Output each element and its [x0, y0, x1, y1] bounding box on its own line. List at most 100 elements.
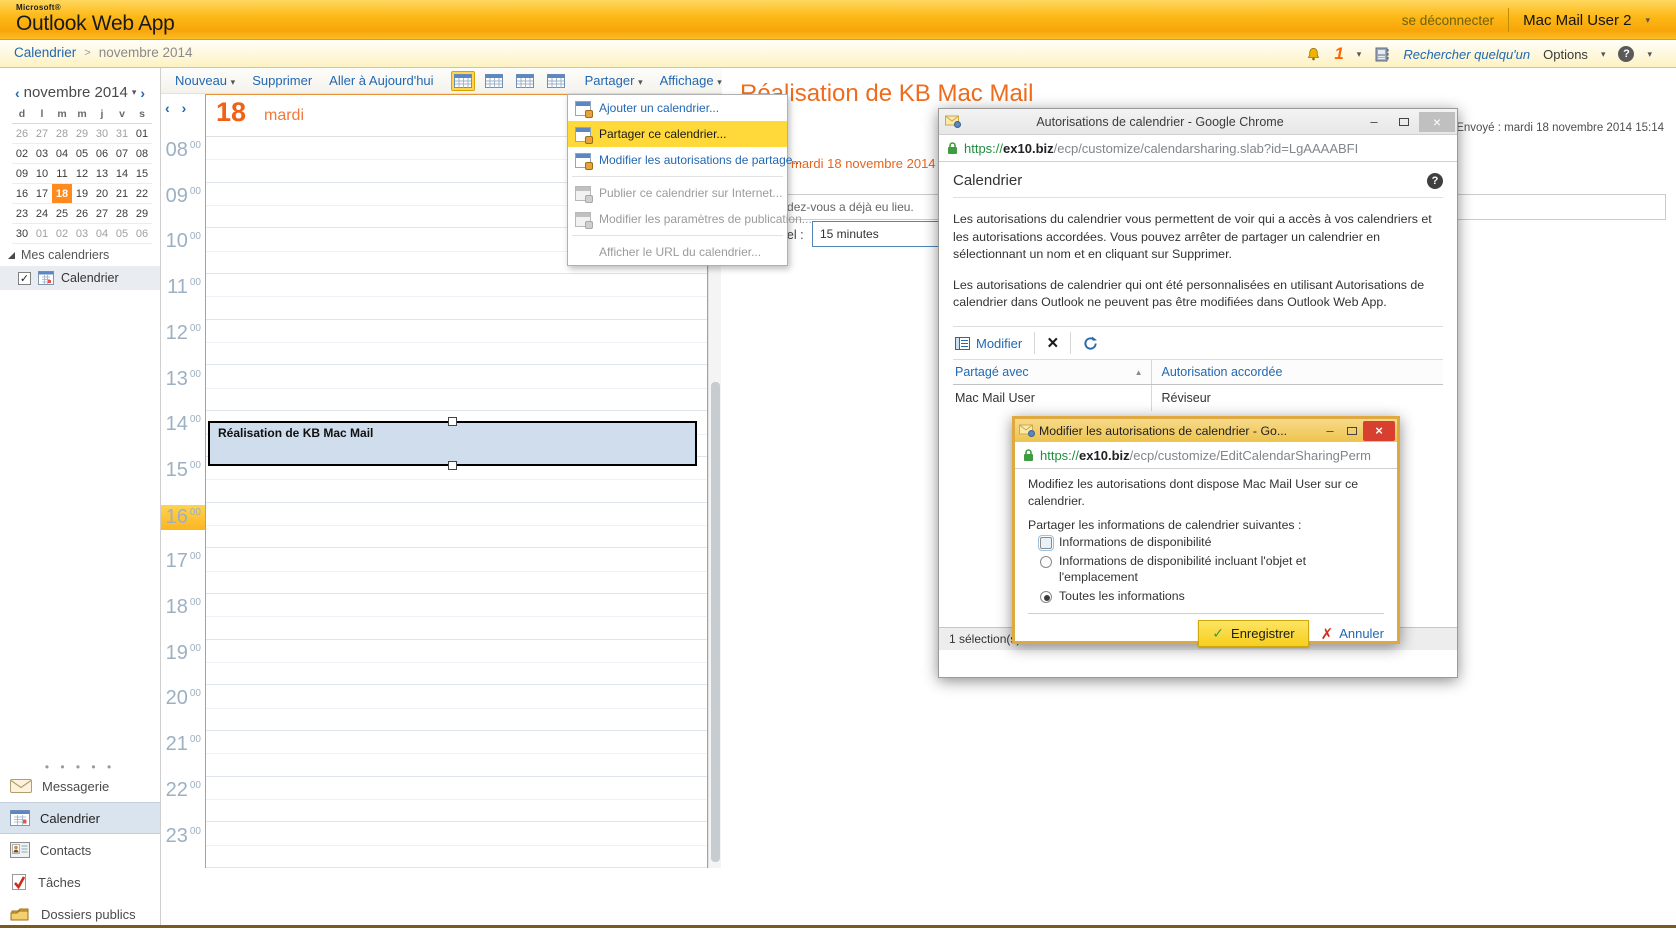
- refresh-icon[interactable]: [1083, 336, 1098, 351]
- chevron-down-icon[interactable]: ▾: [1357, 49, 1362, 60]
- calendar-hour-slot[interactable]: [206, 320, 707, 366]
- calendar-hour-slot[interactable]: [206, 503, 707, 549]
- mini-calendar-day[interactable]: 06: [132, 224, 152, 243]
- mini-calendar-day[interactable]: 26: [12, 124, 32, 143]
- maximize-button[interactable]: [1341, 421, 1363, 441]
- mini-calendar-day[interactable]: 19: [72, 184, 92, 203]
- week-view-icon[interactable]: [513, 71, 537, 91]
- calendar-hour-slot[interactable]: [206, 366, 707, 412]
- new-button[interactable]: Nouveau ▾: [175, 73, 235, 88]
- user-menu[interactable]: Mac Mail User 2: [1523, 12, 1631, 29]
- calendar-hour-slot[interactable]: [206, 823, 707, 869]
- mini-calendar-day[interactable]: 30: [12, 224, 32, 243]
- mini-calendar-day[interactable]: 30: [92, 124, 112, 143]
- radio-button[interactable]: [1040, 556, 1052, 568]
- mini-calendar-day[interactable]: 08: [132, 144, 152, 163]
- share-menu-item-1[interactable]: Ajouter un calendrier...: [568, 95, 787, 121]
- mini-calendar-day[interactable]: 01: [132, 124, 152, 143]
- delete-permission-icon[interactable]: ×: [1047, 334, 1058, 353]
- radio-option-1[interactable]: Informations de disponibilité: [1040, 535, 1384, 551]
- mini-calendar-day[interactable]: 11: [52, 164, 72, 183]
- reminder-count-badge[interactable]: 1: [1334, 44, 1343, 64]
- collapse-triangle-icon[interactable]: [8, 252, 15, 259]
- calendar-hour-slot[interactable]: [206, 685, 707, 731]
- permission-table-row[interactable]: Mac Mail UserRéviseur: [953, 385, 1443, 412]
- mini-calendar-day[interactable]: 18: [52, 184, 72, 203]
- mini-calendar-day[interactable]: 10: [32, 164, 52, 183]
- mini-calendar-day[interactable]: 28: [112, 204, 132, 223]
- day-view-icon[interactable]: [451, 71, 475, 91]
- breadcrumb-calendar-link[interactable]: Calendrier: [14, 45, 76, 60]
- delete-button[interactable]: Supprimer: [252, 73, 312, 88]
- mini-calendar-day[interactable]: 04: [52, 144, 72, 163]
- calendar-event[interactable]: Réalisation de KB Mac Mail: [208, 421, 697, 466]
- mini-calendar-day[interactable]: 29: [132, 204, 152, 223]
- address-bar[interactable]: https://ex10.biz/ecp/customize/calendars…: [939, 135, 1457, 162]
- mini-calendar-day[interactable]: 28: [52, 124, 72, 143]
- mini-calendar-day[interactable]: 13: [92, 164, 112, 183]
- mini-calendar-day[interactable]: 21: [112, 184, 132, 203]
- share-menu-item-2[interactable]: Partager ce calendrier...: [568, 121, 787, 147]
- chevron-down-icon[interactable]: ▾: [1647, 49, 1652, 60]
- scrollbar-thumb[interactable]: [711, 382, 720, 862]
- view-menu-button[interactable]: Affichage ▾: [660, 73, 722, 88]
- resize-handle-bottom[interactable]: [448, 461, 457, 470]
- minimize-button[interactable]: –: [1359, 112, 1389, 132]
- radio-button[interactable]: [1040, 591, 1052, 603]
- mini-calendar-day[interactable]: 12: [72, 164, 92, 183]
- help-icon[interactable]: ?: [1618, 46, 1634, 62]
- mini-calendar-day[interactable]: 09: [12, 164, 32, 183]
- mini-calendar-day[interactable]: 15: [132, 164, 152, 183]
- mini-calendar-day[interactable]: 27: [92, 204, 112, 223]
- chevron-down-icon[interactable]: ▾: [1645, 15, 1650, 26]
- cancel-button[interactable]: ✗ Annuler: [1321, 625, 1384, 643]
- modify-button[interactable]: Modifier: [955, 336, 1022, 351]
- calendar-hour-slot[interactable]: [206, 274, 707, 320]
- mini-calendar-day[interactable]: 03: [32, 144, 52, 163]
- calendar-hour-slot[interactable]: [206, 640, 707, 686]
- calendar-hour-slot[interactable]: [206, 548, 707, 594]
- chevron-down-icon[interactable]: ▾: [132, 87, 137, 98]
- mini-calendar-day[interactable]: 17: [32, 184, 52, 203]
- reminder-bell-icon[interactable]: [1306, 47, 1321, 62]
- calendar-hour-slot[interactable]: [206, 731, 707, 777]
- mini-calendar-day[interactable]: 02: [52, 224, 72, 243]
- close-button[interactable]: ×: [1363, 421, 1395, 441]
- calendar-hour-slot[interactable]: [206, 777, 707, 823]
- sign-out-link[interactable]: se déconnecter: [1402, 13, 1494, 28]
- column-header-permission[interactable]: Autorisation accordée: [1151, 360, 1443, 385]
- mini-calendar-prev-icon[interactable]: ‹: [15, 85, 20, 101]
- close-button[interactable]: ×: [1419, 112, 1455, 132]
- my-calendars-group[interactable]: Mes calendriers: [8, 248, 109, 262]
- address-book-icon[interactable]: [1374, 47, 1390, 62]
- window-titlebar[interactable]: Modifier les autorisations de calendrier…: [1015, 419, 1397, 442]
- minimize-button[interactable]: –: [1319, 421, 1341, 441]
- mini-calendar-day[interactable]: 07: [112, 144, 132, 163]
- sidebar-item-calendrier[interactable]: Calendrier: [0, 802, 160, 834]
- mini-calendar-next-icon[interactable]: ›: [140, 85, 145, 101]
- resize-handle-top[interactable]: [448, 417, 457, 426]
- save-button[interactable]: ✓ Enregistrer: [1198, 620, 1308, 647]
- mini-calendar-day[interactable]: 25: [52, 204, 72, 223]
- mini-calendar-day[interactable]: 22: [132, 184, 152, 203]
- maximize-button[interactable]: [1389, 112, 1419, 132]
- calendar-checkbox[interactable]: ✓: [18, 272, 31, 285]
- help-icon[interactable]: ?: [1427, 173, 1443, 189]
- radio-button[interactable]: [1040, 537, 1052, 549]
- mini-calendar-day[interactable]: 27: [32, 124, 52, 143]
- mini-calendar-day[interactable]: 29: [72, 124, 92, 143]
- sidebar-item-t-ches[interactable]: Tâches: [0, 866, 160, 898]
- mini-calendar-day[interactable]: 20: [92, 184, 112, 203]
- mini-calendar-day[interactable]: 01: [32, 224, 52, 243]
- chevron-down-icon[interactable]: ▾: [1601, 49, 1606, 60]
- address-bar[interactable]: https://ex10.biz/ecp/customize/EditCalen…: [1015, 442, 1397, 469]
- share-menu-button[interactable]: Partager ▾: [585, 73, 643, 88]
- column-header-shared-with[interactable]: Partagé avec▲: [953, 360, 1151, 385]
- share-menu-item-3[interactable]: Modifier les autorisations de partage...: [568, 147, 787, 173]
- window-titlebar[interactable]: Autorisations de calendrier - Google Chr…: [939, 109, 1457, 135]
- mini-calendar-day[interactable]: 26: [72, 204, 92, 223]
- sidebar-item-contacts[interactable]: Contacts: [0, 834, 160, 866]
- mini-calendar-day[interactable]: 24: [32, 204, 52, 223]
- workweek-view-icon[interactable]: [482, 71, 506, 91]
- mini-calendar-day[interactable]: 06: [92, 144, 112, 163]
